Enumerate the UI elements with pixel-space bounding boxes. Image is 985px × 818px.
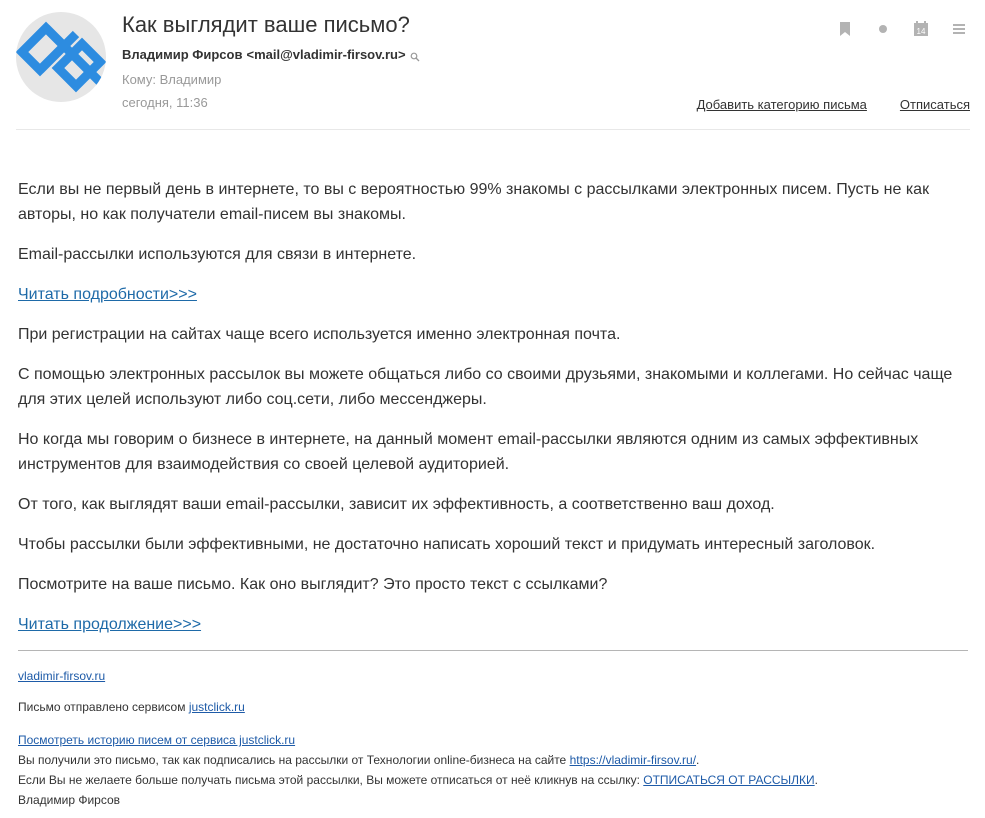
header-divider — [16, 129, 970, 130]
search-icon[interactable] — [410, 50, 420, 61]
paragraph: Если вы не первый день в интернете, то в… — [18, 181, 930, 223]
message-toolbar: 14 — [837, 20, 967, 38]
history-link[interactable]: Посмотреть историю писем от сервиса just… — [18, 733, 295, 747]
sender-avatar[interactable] — [16, 12, 106, 102]
bookmark-icon[interactable] — [837, 20, 853, 38]
paragraph: При регистрации на сайтах чаще всего исп… — [18, 326, 621, 343]
paragraph: От того, как выглядят ваши email-рассылк… — [18, 496, 775, 513]
site-link[interactable]: vladimir-firsov.ru — [18, 669, 105, 683]
read-continue-link[interactable]: Читать продолжение>>> — [18, 616, 201, 633]
justclick-link[interactable]: justclick.ru — [189, 700, 245, 714]
sent-by-line: Письмо отправлено сервисом justclick.ru — [18, 697, 968, 717]
menu-icon[interactable] — [951, 20, 967, 38]
footer-divider — [18, 650, 968, 651]
read-more-link[interactable]: Читать подробности>>> — [18, 286, 197, 303]
sender-email[interactable]: <mail@vladimir-firsov.ru> — [246, 47, 405, 62]
email-footer: vladimir-firsov.ru Письмо отправлено сер… — [18, 666, 968, 810]
signature: Владимир Фирсов — [18, 793, 121, 807]
unsubscribe-footer-link[interactable]: ОТПИСАТЬСЯ ОТ РАССЫЛКИ — [643, 773, 814, 787]
calendar-icon[interactable]: 14 — [913, 20, 929, 38]
email-body: Если вы не первый день в интернете, то в… — [18, 177, 963, 652]
reason-line: Вы получили это письмо, так как подписал… — [18, 750, 968, 770]
email-date: сегодня, 11:36 — [122, 95, 208, 110]
unsubscribe-end: . — [814, 773, 818, 787]
sender-logo-icon — [16, 21, 106, 93]
unsubscribe-text: Если Вы не желаете больше получать письм… — [18, 773, 644, 787]
paragraph: Email-рассылки используются для связи в … — [18, 246, 417, 263]
header-actions: Добавить категорию письма Отписаться — [697, 97, 970, 112]
site-url-link[interactable]: https://vladimir-firsov.ru/ — [570, 753, 696, 767]
paragraph: Но когда мы говорим о бизнесе в интернет… — [18, 431, 919, 473]
paragraph: Чтобы рассылки были эффективными, не дос… — [18, 536, 876, 553]
dot-icon[interactable] — [875, 20, 891, 38]
email-subject: Как выглядит ваше письмо? — [122, 12, 410, 37]
reason-end: . — [696, 753, 700, 767]
unsubscribe-line: Если Вы не желаете больше получать письм… — [18, 770, 968, 790]
add-category-link[interactable]: Добавить категорию письма — [697, 97, 867, 112]
sent-by-text: Письмо отправлено сервисом — [18, 700, 189, 714]
sender-name[interactable]: Владимир Фирсов — [122, 47, 242, 62]
calendar-day: 14 — [917, 27, 926, 36]
sender-line: Владимир Фирсов <mail@vladimir-firsov.ru… — [122, 47, 420, 62]
unsubscribe-header-link[interactable]: Отписаться — [900, 97, 970, 112]
paragraph: Посмотрите на ваше письмо. Как оно выгля… — [18, 576, 608, 593]
reason-text: Вы получили это письмо, так как подписал… — [18, 753, 570, 767]
continue-paragraph: Читать продолжение>>> — [18, 612, 963, 637]
recipient-line: Кому: Владимир — [122, 72, 222, 87]
read-more-paragraph: Читать подробности>>> — [18, 282, 963, 307]
paragraph: С помощью электронных рассылок вы можете… — [18, 366, 953, 408]
